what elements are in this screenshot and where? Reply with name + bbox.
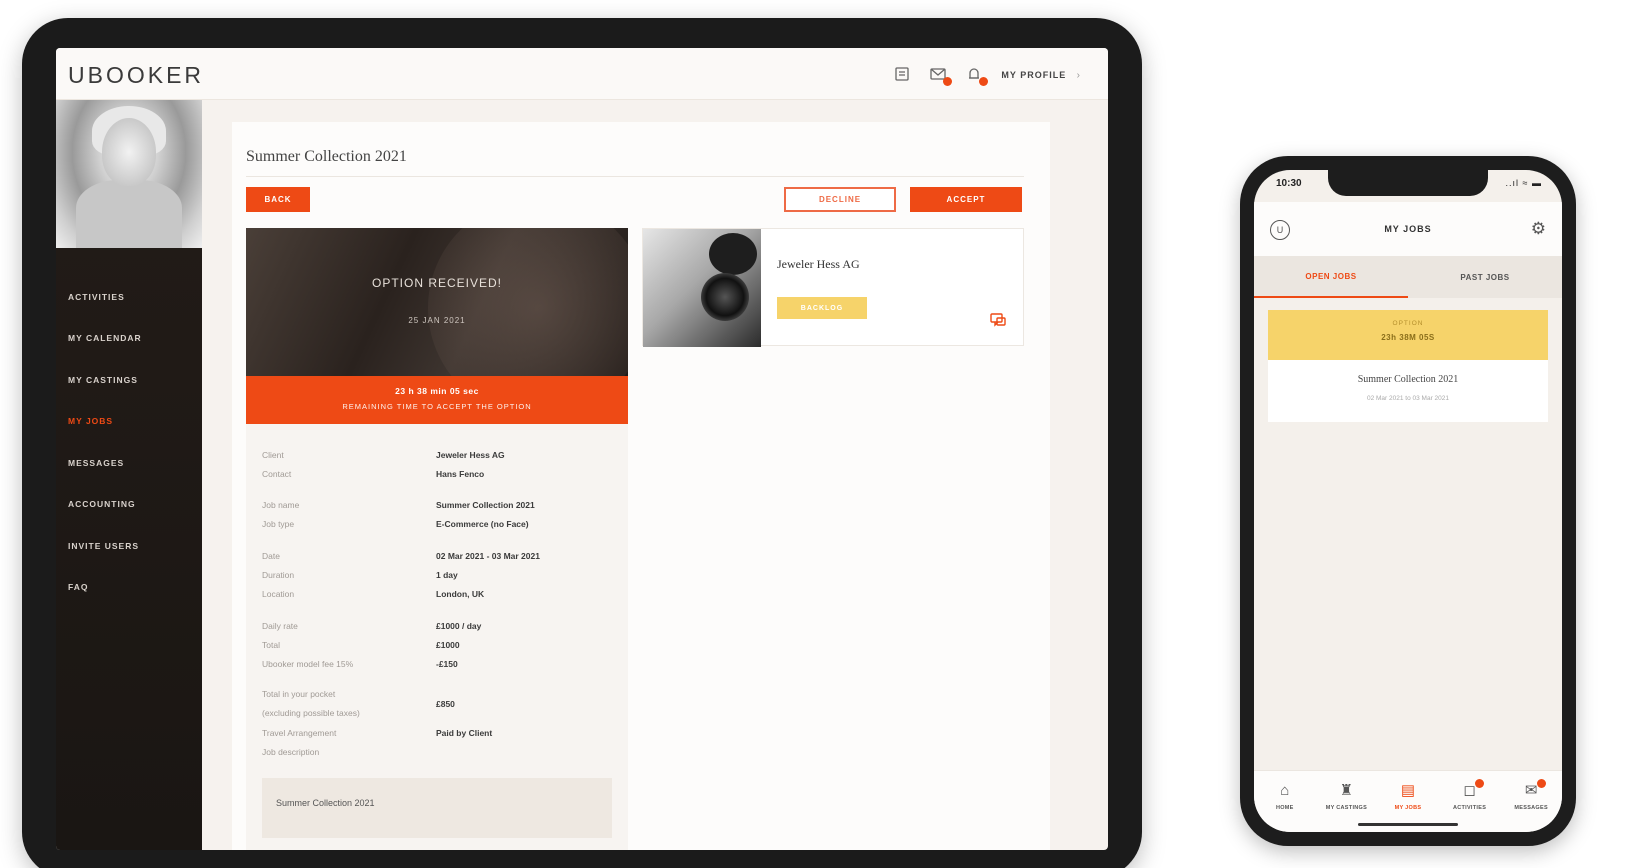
phone-page-title: MY JOBS <box>1384 224 1432 234</box>
home-icon: ⌂ <box>1280 782 1290 799</box>
tab-open-jobs[interactable]: OPEN JOBS <box>1254 256 1408 298</box>
messages-icon: ✉ <box>1524 782 1538 799</box>
app-logo[interactable]: UBOOKER <box>68 62 204 89</box>
messages-badge <box>1536 779 1546 788</box>
countdown-banner: 23 h 38 min 05 sec REMAINING TIME TO ACC… <box>246 376 628 424</box>
client-status-badge: BACKLOG <box>777 297 867 319</box>
phone-device: 10:30 ..ıl ≈ ▬ U MY JOBS ⚙ OPEN JOBS PAS… <box>1240 156 1576 846</box>
chat-icon[interactable] <box>989 311 1007 329</box>
job-card[interactable]: OPTION 23h 38M 05S Summer Collection 202… <box>1268 310 1548 422</box>
phone-notch <box>1328 170 1488 196</box>
jobs-icon: ▤ <box>1400 782 1416 799</box>
sidebar-item-activities[interactable]: ACTIVITIES <box>56 276 202 318</box>
activities-badge <box>1475 779 1485 788</box>
avatar[interactable] <box>56 100 202 248</box>
job-details-table: Client Jeweler Hess AG Contact Hans Fenco … <box>246 424 628 850</box>
accept-button[interactable]: ACCEPT <box>910 187 1022 212</box>
decline-button[interactable]: DECLINE <box>784 187 896 212</box>
castings-icon: ♜ <box>1339 782 1354 799</box>
messages-icon[interactable] <box>929 65 953 86</box>
sidebar-item-invite-users[interactable]: INVITE USERS <box>56 525 202 567</box>
phone-tabs: OPEN JOBS PAST JOBS <box>1254 256 1562 298</box>
phone-header: U MY JOBS ⚙ <box>1254 202 1562 256</box>
job-card-dates: 02 Mar 2021 to 03 Mar 2021 <box>1366 395 1450 402</box>
option-status-title: OPTION RECEIVED! <box>371 276 503 290</box>
sidebar-item-calendar[interactable]: MY CALENDAR <box>56 318 202 360</box>
job-description-box: Summer Collection 2021 <box>262 778 612 838</box>
top-header: UBOOKER MY PROFILE › <box>56 48 1108 100</box>
gear-icon[interactable]: ⚙ <box>1531 219 1546 239</box>
job-description-title: Summer Collection 2021 <box>276 798 375 808</box>
tab-past-jobs[interactable]: PAST JOBS <box>1408 256 1562 298</box>
status-time: 10:30 <box>1276 178 1302 189</box>
sidebar-nav: ACTIVITIES MY CALENDAR MY CASTINGS MY JO… <box>56 276 202 608</box>
chevron-right-icon: › <box>1076 70 1080 81</box>
client-card[interactable]: Jeweler Hess AG BACKLOG <box>642 228 1024 347</box>
client-photo <box>643 229 761 347</box>
notifications-icon[interactable] <box>965 65 989 86</box>
profile-menu[interactable]: MY PROFILE › <box>1001 65 1080 83</box>
sidebar-item-castings[interactable]: MY CASTINGS <box>56 359 202 401</box>
option-date: 25 JAN 2021 <box>408 316 466 325</box>
job-card-title: Summer Collection 2021 <box>1357 374 1459 385</box>
home-indicator <box>1358 823 1458 826</box>
tabbar-messages[interactable]: ✉ MESSAGES <box>1500 771 1562 832</box>
profile-label: MY PROFILE <box>1001 70 1067 80</box>
header-icons: MY PROFILE › <box>893 65 1080 86</box>
tablet-screen: UBOOKER MY PROFILE › ACTIVITIES MY CALEN… <box>56 48 1108 850</box>
countdown-time: 23 h 38 min 05 sec <box>395 386 479 396</box>
job-detail-panel: Summer Collection 2021 BACK DECLINE ACCE… <box>232 122 1050 850</box>
countdown-note: REMAINING TIME TO ACCEPT THE OPTION <box>342 402 532 411</box>
sidebar: ACTIVITIES MY CALENDAR MY CASTINGS MY JO… <box>56 100 202 850</box>
bookings-icon[interactable] <box>893 65 911 83</box>
status-icons: ..ıl ≈ ▬ <box>1505 178 1542 188</box>
messages-badge <box>943 77 953 86</box>
stage: UBOOKER MY PROFILE › ACTIVITIES MY CALEN… <box>0 0 1633 868</box>
option-hero-image: OPTION RECEIVED! 25 JAN 2021 <box>246 228 628 376</box>
job-card-status: OPTION 23h 38M 05S <box>1268 310 1548 360</box>
tablet-device: UBOOKER MY PROFILE › ACTIVITIES MY CALEN… <box>22 18 1142 868</box>
divider <box>246 176 1024 177</box>
activities-icon: ◻ <box>1463 782 1476 799</box>
notifications-badge <box>979 77 989 86</box>
phone-screen: 10:30 ..ıl ≈ ▬ U MY JOBS ⚙ OPEN JOBS PAS… <box>1254 170 1562 832</box>
sidebar-item-faq[interactable]: FAQ <box>56 567 202 609</box>
job-card-countdown: 23h 38M 05S <box>1381 333 1435 342</box>
sidebar-item-jobs[interactable]: MY JOBS <box>56 401 202 443</box>
page-title: Summer Collection 2021 <box>246 148 407 165</box>
tabbar-home[interactable]: ⌂ HOME <box>1254 771 1316 832</box>
sidebar-item-messages[interactable]: MESSAGES <box>56 442 202 484</box>
job-card-status-label: OPTION <box>1392 320 1424 327</box>
back-button[interactable]: BACK <box>246 187 310 212</box>
client-name: Jeweler Hess AG <box>777 257 860 271</box>
sidebar-item-accounting[interactable]: ACCOUNTING <box>56 484 202 526</box>
